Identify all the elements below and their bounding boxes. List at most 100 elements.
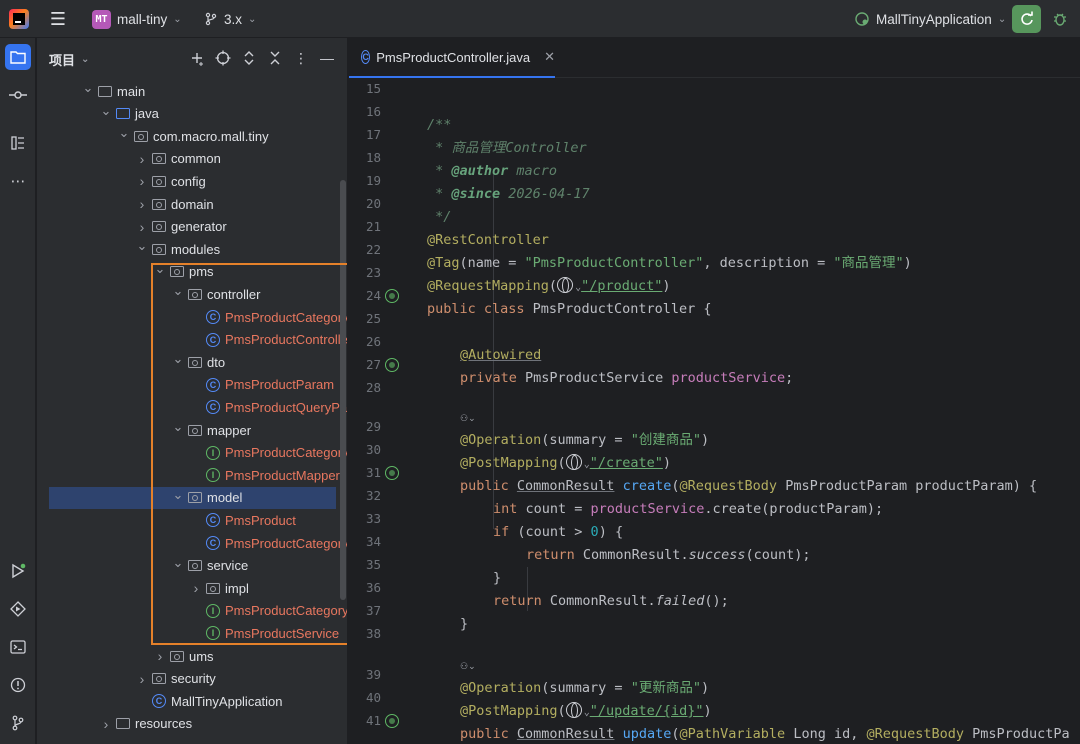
tree-item[interactable]: ⌄ main <box>81 80 146 102</box>
bean-gutter-icon[interactable] <box>385 289 399 303</box>
code-line-17: * 商品管理Controller <box>427 140 587 156</box>
globe-icon[interactable] <box>557 277 574 293</box>
tree-item[interactable]: IPmsProductCategoryService <box>189 600 348 622</box>
intellij-logo-icon[interactable] <box>9 9 29 29</box>
package-icon <box>151 219 167 235</box>
main-menu-icon[interactable]: ☰ <box>48 10 68 28</box>
tree-item[interactable]: ⌄ model <box>49 486 336 509</box>
java-class-icon: C <box>205 535 221 551</box>
new-file-icon[interactable] <box>184 48 210 68</box>
tree-item[interactable]: › ums <box>153 645 214 667</box>
chevron-right-icon[interactable]: › <box>135 219 149 235</box>
tree-item[interactable]: › domain <box>135 193 214 215</box>
line-number: 26 <box>365 334 381 349</box>
chevron-down-icon[interactable]: ⌄ <box>171 419 185 435</box>
tree-item[interactable]: IPmsProductCategoryMapper <box>189 442 347 464</box>
services-icon[interactable] <box>5 596 31 622</box>
git-icon[interactable] <box>5 710 31 736</box>
tree-item[interactable]: › generator <box>135 216 227 238</box>
run-config-selector[interactable]: MallTinyApplication ⌄ <box>854 9 1006 29</box>
code-area[interactable]: /** * 商品管理Controller * @author macro * @… <box>427 79 1080 744</box>
chevron-right-icon[interactable]: › <box>135 196 149 212</box>
line-number: 16 <box>365 104 381 119</box>
autowired-gutter-icon[interactable] <box>385 358 399 372</box>
package-icon <box>151 241 167 257</box>
rerun-button[interactable] <box>1012 5 1041 33</box>
tree-item[interactable]: › common <box>135 148 221 170</box>
chevron-down-icon[interactable]: ⌄ <box>117 125 131 141</box>
tree-item[interactable]: › config <box>135 170 206 192</box>
collapse-all-icon[interactable] <box>262 48 288 68</box>
commit-icon[interactable] <box>5 82 31 108</box>
tree-item[interactable]: C PmsProductCategory <box>189 532 347 554</box>
chevron-down-icon[interactable]: ⌄ <box>135 238 149 254</box>
project-folder-icon[interactable] <box>5 44 31 70</box>
problems-icon[interactable] <box>5 672 31 698</box>
terminal-icon[interactable] <box>5 634 31 660</box>
hide-panel-icon[interactable]: — <box>314 48 340 68</box>
tree-item-label: common <box>171 151 221 167</box>
tree-item-label: PmsProductCategoryService <box>225 603 348 619</box>
title-bar: ☰ MT mall-tiny ⌄ 3.x ⌄ MallTinyApplicati… <box>0 0 1080 38</box>
tree-item-label: dto <box>207 354 226 370</box>
expand-all-icon[interactable] <box>236 48 262 68</box>
more-tools-icon[interactable]: ⋯ <box>5 168 31 194</box>
endpoint-gutter-icon[interactable] <box>385 714 399 728</box>
tree-item[interactable]: C MallTinyApplication <box>135 690 283 712</box>
structure-icon[interactable] <box>5 130 31 156</box>
tree-item[interactable]: › resources <box>99 713 192 735</box>
code-vision-inlay[interactable]: ⚇⌄ <box>460 654 476 676</box>
options-kebab-icon[interactable]: ⋮ <box>288 48 314 68</box>
tree-item[interactable]: C PmsProductController <box>189 329 347 351</box>
tree-item[interactable]: ⌄ dto <box>171 351 226 373</box>
tree-item[interactable]: ⌄ com.macro.mall.tiny <box>117 125 269 147</box>
tree-item[interactable]: I PmsProductMapper <box>189 464 340 486</box>
chevron-right-icon[interactable]: › <box>135 671 149 687</box>
chevron-down-icon[interactable]: ⌄ <box>153 261 167 277</box>
line-number: 32 <box>365 488 381 503</box>
tree-item[interactable]: ⌄ pms <box>153 261 214 283</box>
project-name: mall-tiny <box>117 11 168 27</box>
debug-icon[interactable] <box>1050 9 1070 29</box>
project-view-selector[interactable]: 项目 ⌄ <box>49 50 89 69</box>
code-line-20: */ <box>427 209 452 225</box>
code-vision-inlay[interactable]: ⚇⌄ <box>460 406 476 428</box>
tree-item[interactable]: ⌄ service <box>171 555 249 577</box>
chevron-down-icon[interactable]: ⌄ <box>81 80 95 96</box>
chevron-right-icon[interactable]: › <box>99 716 113 732</box>
tree-item[interactable]: I PmsProductService <box>189 622 339 644</box>
tree-item[interactable]: ⌄ mapper <box>171 419 252 441</box>
tree-item[interactable]: ⌄ modules <box>135 238 221 260</box>
tree-item[interactable]: ⌄ controller <box>171 283 261 305</box>
line-number: 34 <box>365 534 381 549</box>
tree-item[interactable]: › impl <box>189 577 249 599</box>
chevron-down-icon[interactable]: ⌄ <box>171 283 185 299</box>
code-line-36: return CommonResult.failed(); <box>493 593 729 609</box>
tree-item[interactable]: CPmsProductCategoryController <box>189 306 347 328</box>
locate-file-icon[interactable] <box>210 48 236 68</box>
project-selector[interactable]: MT mall-tiny ⌄ <box>92 9 182 29</box>
java-class-icon: C <box>205 512 221 528</box>
tab-pms-product-controller[interactable]: C PmsProductController.java ✕ <box>349 38 555 78</box>
chevron-down-icon[interactable]: ⌄ <box>99 103 113 119</box>
tree-item-label: controller <box>207 286 261 302</box>
endpoint-gutter-icon[interactable] <box>385 466 399 480</box>
chevron-down-icon[interactable]: ⌄ <box>171 351 185 367</box>
chevron-down-icon[interactable]: ⌄ <box>171 487 185 503</box>
run-tool-icon[interactable] <box>5 558 31 584</box>
close-icon[interactable]: ✕ <box>544 49 555 65</box>
globe-icon[interactable] <box>565 454 582 470</box>
chevron-right-icon[interactable]: › <box>153 648 167 664</box>
chevron-down-icon[interactable]: ⌄ <box>171 555 185 571</box>
chevron-right-icon[interactable]: › <box>135 151 149 167</box>
branch-selector[interactable]: 3.x ⌄ <box>204 9 256 29</box>
tree-scrollbar[interactable] <box>340 180 346 600</box>
globe-icon[interactable] <box>565 702 582 718</box>
tree-item[interactable]: C PmsProduct <box>189 509 296 531</box>
tree-item[interactable]: C PmsProductParam <box>189 374 334 396</box>
tree-item[interactable]: ⌄ java <box>99 103 159 125</box>
chevron-right-icon[interactable]: › <box>189 580 203 596</box>
tree-item[interactable]: CPmsProductQueryParam <box>189 396 347 418</box>
tree-item[interactable]: › security <box>135 668 216 690</box>
chevron-right-icon[interactable]: › <box>135 173 149 189</box>
